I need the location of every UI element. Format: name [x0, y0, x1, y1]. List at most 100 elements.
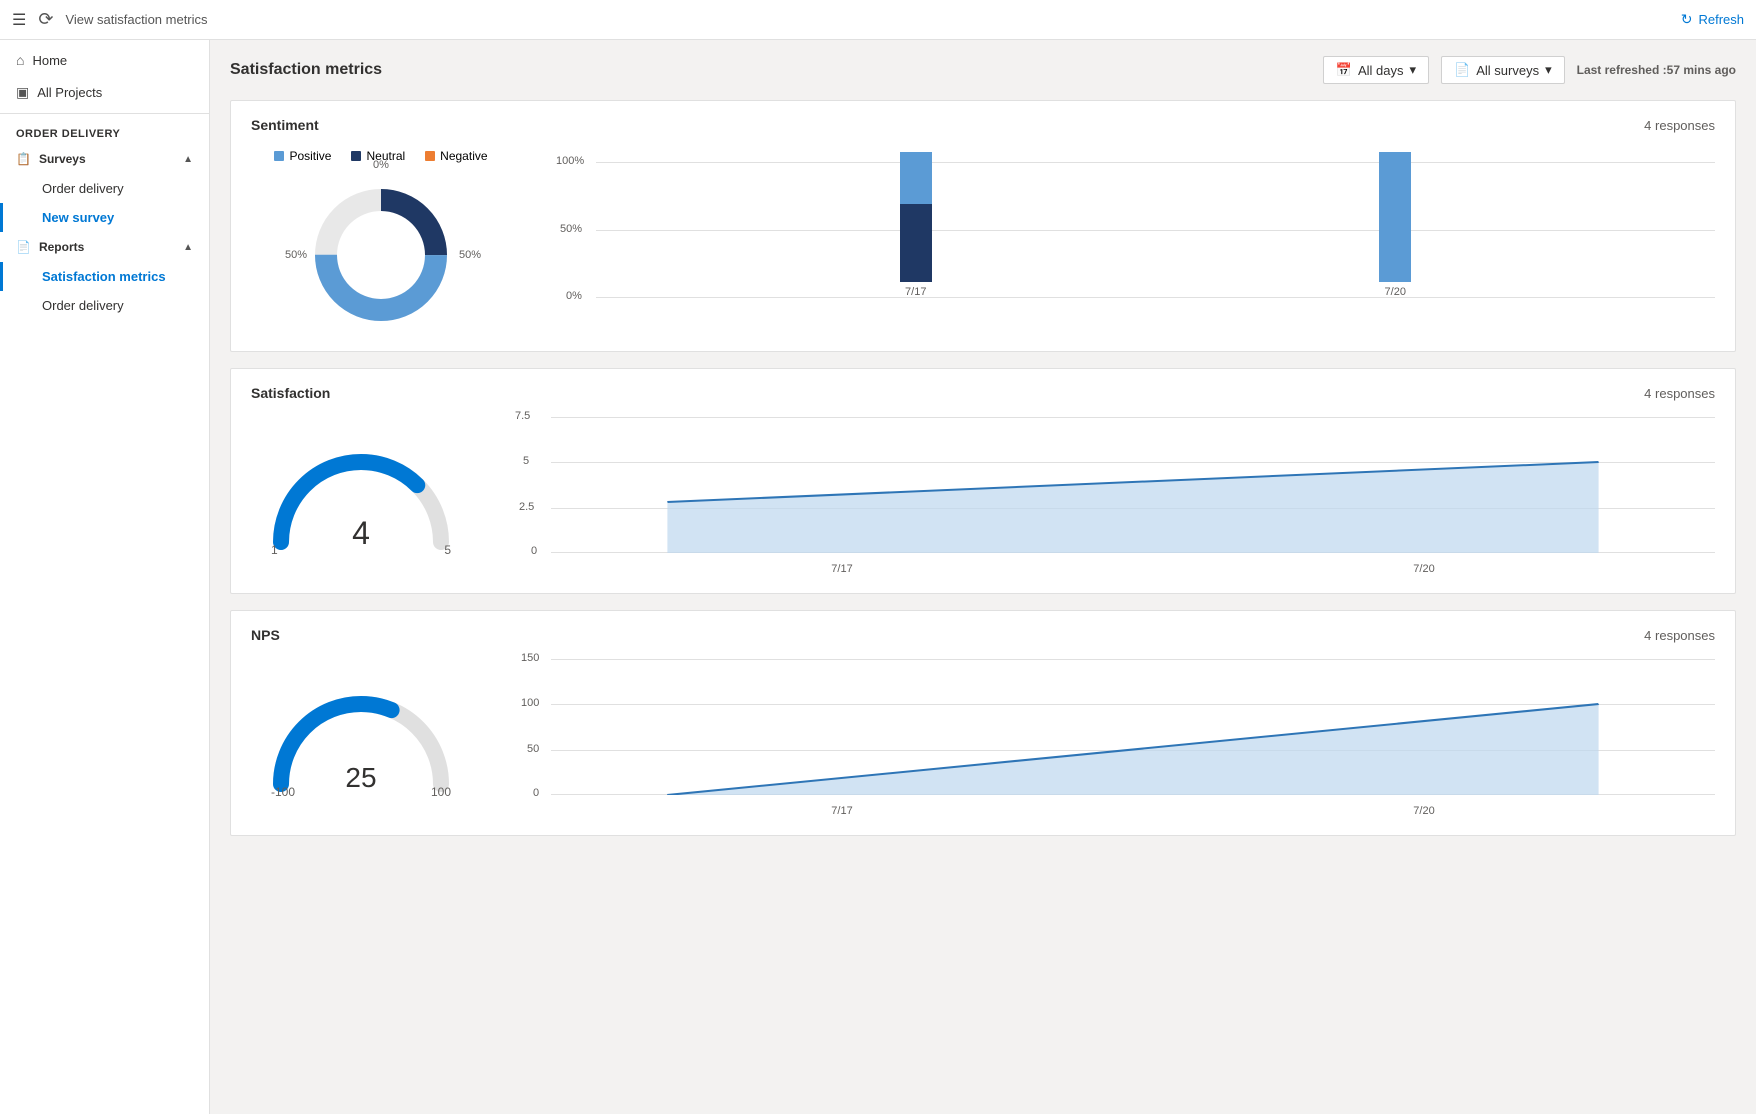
y-0-nps: 0	[533, 787, 539, 799]
satisfaction-gauge-wrapper: 4 1 5	[251, 432, 471, 562]
reports-label: Reports	[39, 240, 84, 254]
satisfaction-gauge-section: 4 1 5 7.5 5 2.5	[251, 417, 1715, 577]
y-5: 5	[523, 455, 529, 467]
home-icon: ⌂	[16, 52, 24, 68]
sidebar-item-home[interactable]: ⌂ Home	[0, 44, 209, 76]
bar-group-2: 7/20	[1379, 152, 1411, 298]
y-label-50: 50%	[560, 223, 582, 235]
y-0-sat: 0	[531, 545, 537, 557]
calendar-icon: 📅	[1336, 62, 1352, 78]
page-header: Satisfaction metrics 📅 All days ▾ 📄 All …	[230, 56, 1736, 84]
all-projects-label: All Projects	[37, 85, 102, 100]
refresh-button[interactable]: ↻ Refresh	[1681, 11, 1744, 28]
sidebar-item-satisfaction-metrics[interactable]: Satisfaction metrics	[0, 262, 209, 291]
nps-x-labels: 7/17 7/20	[551, 805, 1715, 817]
page-title: Satisfaction metrics	[230, 61, 1311, 79]
home-label: Home	[32, 53, 67, 68]
filter-days-label: All days	[1358, 63, 1404, 78]
satisfaction-card: Satisfaction 4 responses 4	[230, 368, 1736, 594]
chevron-down-icon: ▾	[1410, 62, 1417, 78]
legend-dot-positive	[274, 151, 284, 161]
sidebar-item-order-delivery-report[interactable]: Order delivery	[0, 291, 209, 320]
sat-x-720: 7/20	[1413, 563, 1434, 575]
legend-negative-label: Negative	[440, 149, 487, 163]
nps-gauge-min: -100	[271, 785, 295, 799]
sidebar-reports-header[interactable]: 📄 Reports ▲	[0, 232, 209, 262]
nps-gauge-max: 100	[431, 785, 451, 799]
satisfaction-responses: 4 responses	[1644, 386, 1715, 401]
surveys-icon: 📋	[16, 152, 31, 166]
filter-surveys-button[interactable]: 📄 All surveys ▾	[1441, 56, 1565, 84]
sentiment-responses: 4 responses	[1644, 118, 1715, 133]
donut-top-label: 0%	[373, 159, 389, 171]
refresh-icon: ↻	[1681, 11, 1693, 28]
nps-card: NPS 4 responses 25 -100 100	[230, 610, 1736, 836]
y-100: 100	[521, 697, 539, 709]
bar-x-label-2: 7/20	[1385, 286, 1406, 298]
nps-x-717: 7/17	[831, 805, 852, 817]
reports-icon: 📄	[16, 240, 31, 254]
nps-title: NPS	[251, 627, 1644, 643]
surveys-chevron-icon: ▲	[183, 154, 193, 165]
topbar: ☰ ⟳ View satisfaction metrics ↻ Refresh	[0, 0, 1756, 40]
y-label-100: 100%	[556, 155, 584, 167]
y-150: 150	[521, 652, 539, 664]
legend-positive-label: Positive	[289, 149, 331, 163]
sidebar-section-label: Order delivery	[0, 118, 209, 144]
sat-x-labels: 7/17 7/20	[551, 563, 1715, 575]
bars-container: 7/17 7/20	[596, 162, 1715, 298]
bar-group-1: 7/17	[900, 152, 932, 298]
y-label-0: 0%	[566, 290, 582, 302]
main-layout: ⌂ Home ▣ All Projects Order delivery 📋 S…	[0, 40, 1756, 1114]
legend-positive: Positive	[274, 149, 331, 163]
sidebar-item-order-delivery-survey[interactable]: Order delivery	[0, 174, 209, 203]
sidebar-item-new-survey[interactable]: New survey	[0, 203, 209, 232]
survey-icon: 📄	[1454, 62, 1470, 78]
nps-x-720: 7/20	[1413, 805, 1434, 817]
bar-chart: 100% 50% 0%	[551, 162, 1715, 322]
bar-x-label-1: 7/17	[905, 286, 926, 298]
chevron-down-surveys-icon: ▾	[1545, 62, 1552, 78]
filter-surveys-label: All surveys	[1476, 63, 1539, 78]
nps-area-svg	[551, 659, 1715, 795]
sentiment-body: Positive Neutral Negative	[251, 149, 1715, 335]
reports-chevron-icon: ▲	[183, 242, 193, 253]
refresh-label: Refresh	[1698, 12, 1744, 27]
projects-icon: ▣	[16, 84, 29, 101]
nps-card-header: NPS 4 responses	[251, 627, 1715, 643]
sidebar: ⌂ Home ▣ All Projects Order delivery 📋 S…	[0, 40, 210, 1114]
page-icon: ⟳	[38, 9, 53, 30]
nps-gauge-section: 25 -100 100 150 100 50	[251, 659, 1715, 819]
hamburger-icon[interactable]: ☰	[12, 10, 26, 30]
legend-negative: Negative	[425, 149, 487, 163]
nps-gauge-value: 25	[345, 762, 376, 794]
last-refreshed-text: Last refreshed :57 mins ago	[1577, 63, 1736, 77]
legend-dot-neutral	[351, 151, 361, 161]
nps-gauge-wrapper: 25 -100 100	[251, 674, 471, 804]
main-content: Satisfaction metrics 📅 All days ▾ 📄 All …	[210, 40, 1756, 1114]
satisfaction-card-header: Satisfaction 4 responses	[251, 385, 1715, 401]
y-50: 50	[527, 743, 539, 755]
satisfaction-gauge-value: 4	[352, 515, 370, 552]
sidebar-divider	[0, 113, 209, 114]
bar-positive-1	[900, 152, 932, 204]
donut-left-label: 50%	[285, 249, 307, 261]
sidebar-item-all-projects[interactable]: ▣ All Projects	[0, 76, 209, 109]
sidebar-surveys-header[interactable]: 📋 Surveys ▲	[0, 144, 209, 174]
filter-days-button[interactable]: 📅 All days ▾	[1323, 56, 1429, 84]
donut-svg	[301, 175, 461, 335]
satisfaction-gauge-min: 1	[271, 543, 278, 557]
y-7-5: 7.5	[515, 410, 530, 422]
donut-right-label: 50%	[459, 249, 481, 261]
donut-chart-wrapper: 0% 50% 50%	[301, 175, 461, 335]
nps-area-chart: 150 100 50 0	[511, 659, 1715, 819]
sat-x-717: 7/17	[831, 563, 852, 575]
donut-section: Positive Neutral Negative	[251, 149, 511, 335]
satisfaction-gauge-max: 5	[444, 543, 451, 557]
y-2-5: 2.5	[519, 501, 534, 513]
satisfaction-area-chart: 7.5 5 2.5 0	[511, 417, 1715, 577]
sentiment-title: Sentiment	[251, 117, 1644, 133]
topbar-title: View satisfaction metrics	[65, 12, 207, 27]
satisfaction-area-svg	[551, 417, 1715, 553]
legend-dot-negative	[425, 151, 435, 161]
